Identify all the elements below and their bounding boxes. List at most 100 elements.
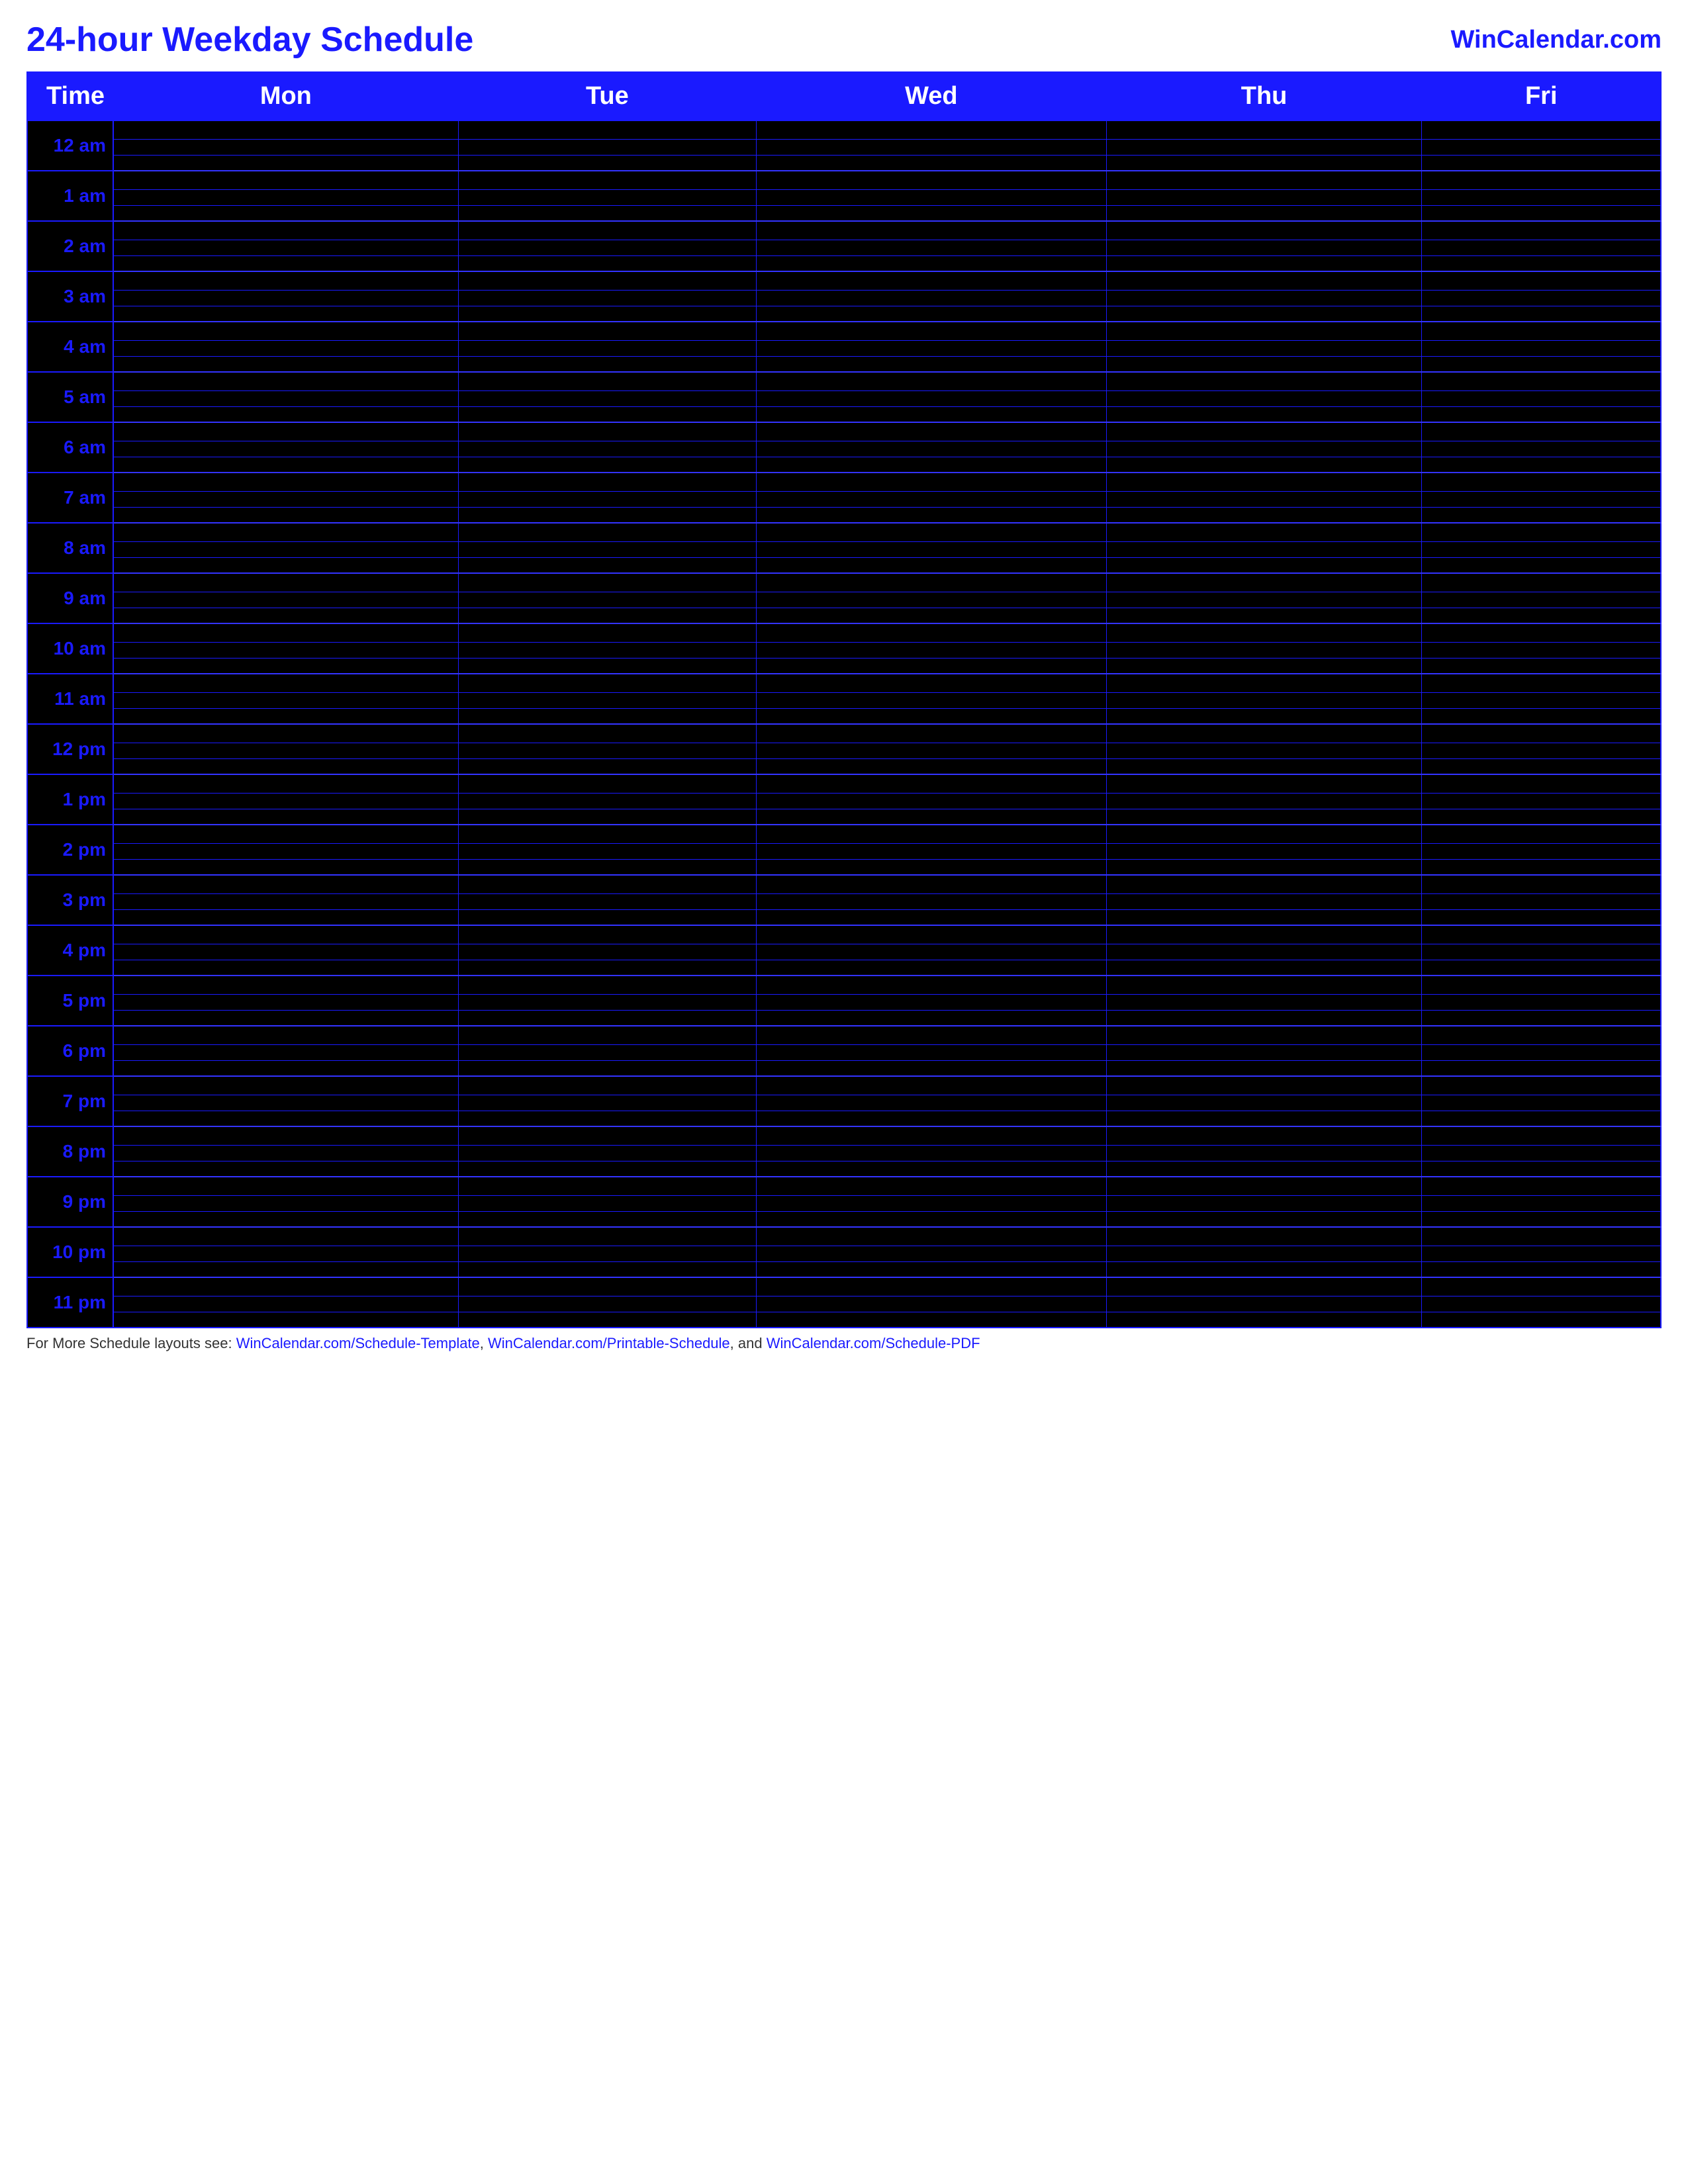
schedule-cell[interactable] [756, 557, 1107, 573]
schedule-cell[interactable] [756, 523, 1107, 541]
schedule-cell[interactable] [756, 1261, 1107, 1277]
schedule-cell[interactable] [459, 473, 756, 491]
schedule-cell[interactable] [113, 507, 459, 523]
schedule-cell[interactable] [756, 1246, 1107, 1261]
schedule-cell[interactable] [113, 1177, 459, 1195]
schedule-cell[interactable] [1107, 976, 1422, 994]
schedule-cell[interactable] [1107, 925, 1422, 944]
schedule-cell[interactable] [756, 909, 1107, 925]
schedule-cell[interactable] [459, 960, 756, 976]
schedule-cell[interactable] [459, 623, 756, 642]
schedule-cell[interactable] [1422, 875, 1661, 893]
schedule-cell[interactable] [1107, 356, 1422, 372]
schedule-cell[interactable] [459, 1010, 756, 1026]
schedule-cell[interactable] [1107, 240, 1422, 255]
schedule-cell[interactable] [1107, 139, 1422, 155]
schedule-cell[interactable] [756, 1010, 1107, 1026]
schedule-cell[interactable] [113, 240, 459, 255]
schedule-cell[interactable] [1422, 189, 1661, 205]
schedule-cell[interactable] [459, 541, 756, 557]
schedule-cell[interactable] [1422, 642, 1661, 658]
schedule-cell[interactable] [1422, 1145, 1661, 1161]
schedule-cell[interactable] [113, 541, 459, 557]
schedule-cell[interactable] [1107, 340, 1422, 356]
schedule-cell[interactable] [756, 825, 1107, 843]
schedule-cell[interactable] [113, 1246, 459, 1261]
schedule-cell[interactable] [113, 322, 459, 340]
schedule-cell[interactable] [459, 642, 756, 658]
schedule-cell[interactable] [459, 809, 756, 825]
schedule-cell[interactable] [1107, 541, 1422, 557]
schedule-cell[interactable] [459, 1111, 756, 1126]
schedule-cell[interactable] [459, 925, 756, 944]
schedule-cell[interactable] [459, 843, 756, 859]
schedule-cell[interactable] [113, 592, 459, 608]
schedule-cell[interactable] [1107, 1111, 1422, 1126]
schedule-cell[interactable] [756, 491, 1107, 507]
schedule-cell[interactable] [1107, 290, 1422, 306]
schedule-cell[interactable] [1422, 306, 1661, 322]
footer-link-1[interactable]: WinCalendar.com/Schedule-Template [236, 1335, 480, 1351]
schedule-cell[interactable] [1107, 1095, 1422, 1111]
schedule-cell[interactable] [1422, 994, 1661, 1010]
schedule-cell[interactable] [1107, 859, 1422, 875]
schedule-cell[interactable] [1107, 1177, 1422, 1195]
schedule-cell[interactable] [1107, 658, 1422, 674]
schedule-cell[interactable] [459, 189, 756, 205]
schedule-cell[interactable] [459, 573, 756, 592]
schedule-cell[interactable] [1422, 674, 1661, 692]
schedule-cell[interactable] [459, 825, 756, 843]
schedule-cell[interactable] [113, 573, 459, 592]
schedule-cell[interactable] [756, 743, 1107, 758]
schedule-cell[interactable] [1107, 825, 1422, 843]
schedule-cell[interactable] [1422, 1060, 1661, 1076]
schedule-cell[interactable] [1422, 1161, 1661, 1177]
schedule-cell[interactable] [1422, 1312, 1661, 1328]
schedule-cell[interactable] [1422, 1076, 1661, 1095]
schedule-cell[interactable] [756, 240, 1107, 255]
schedule-cell[interactable] [459, 322, 756, 340]
schedule-cell[interactable] [113, 1111, 459, 1126]
schedule-cell[interactable] [459, 1246, 756, 1261]
schedule-cell[interactable] [459, 994, 756, 1010]
schedule-cell[interactable] [459, 592, 756, 608]
schedule-cell[interactable] [756, 139, 1107, 155]
schedule-cell[interactable] [1422, 390, 1661, 406]
schedule-cell[interactable] [459, 507, 756, 523]
footer-link-2[interactable]: WinCalendar.com/Printable-Schedule [488, 1335, 730, 1351]
schedule-cell[interactable] [1107, 875, 1422, 893]
schedule-cell[interactable] [756, 1161, 1107, 1177]
schedule-cell[interactable] [756, 441, 1107, 457]
schedule-cell[interactable] [459, 340, 756, 356]
schedule-cell[interactable] [1422, 322, 1661, 340]
schedule-cell[interactable] [756, 674, 1107, 692]
schedule-cell[interactable] [113, 909, 459, 925]
schedule-cell[interactable] [1107, 893, 1422, 909]
schedule-cell[interactable] [756, 1044, 1107, 1060]
schedule-cell[interactable] [756, 189, 1107, 205]
schedule-cell[interactable] [1422, 1246, 1661, 1261]
schedule-cell[interactable] [459, 1177, 756, 1195]
schedule-cell[interactable] [459, 171, 756, 189]
schedule-cell[interactable] [1107, 623, 1422, 642]
schedule-cell[interactable] [756, 155, 1107, 171]
schedule-cell[interactable] [756, 507, 1107, 523]
schedule-cell[interactable] [1422, 557, 1661, 573]
schedule-cell[interactable] [756, 708, 1107, 724]
schedule-cell[interactable] [1107, 390, 1422, 406]
schedule-cell[interactable] [1422, 139, 1661, 155]
schedule-cell[interactable] [1107, 793, 1422, 809]
schedule-cell[interactable] [1422, 809, 1661, 825]
schedule-cell[interactable] [113, 457, 459, 473]
schedule-cell[interactable] [1422, 692, 1661, 708]
schedule-cell[interactable] [1422, 608, 1661, 623]
schedule-cell[interactable] [1107, 155, 1422, 171]
schedule-cell[interactable] [113, 1161, 459, 1177]
schedule-cell[interactable] [756, 306, 1107, 322]
schedule-cell[interactable] [1107, 372, 1422, 390]
schedule-cell[interactable] [459, 793, 756, 809]
schedule-cell[interactable] [1422, 793, 1661, 809]
schedule-cell[interactable] [756, 1195, 1107, 1211]
schedule-cell[interactable] [113, 422, 459, 441]
schedule-cell[interactable] [1422, 205, 1661, 221]
